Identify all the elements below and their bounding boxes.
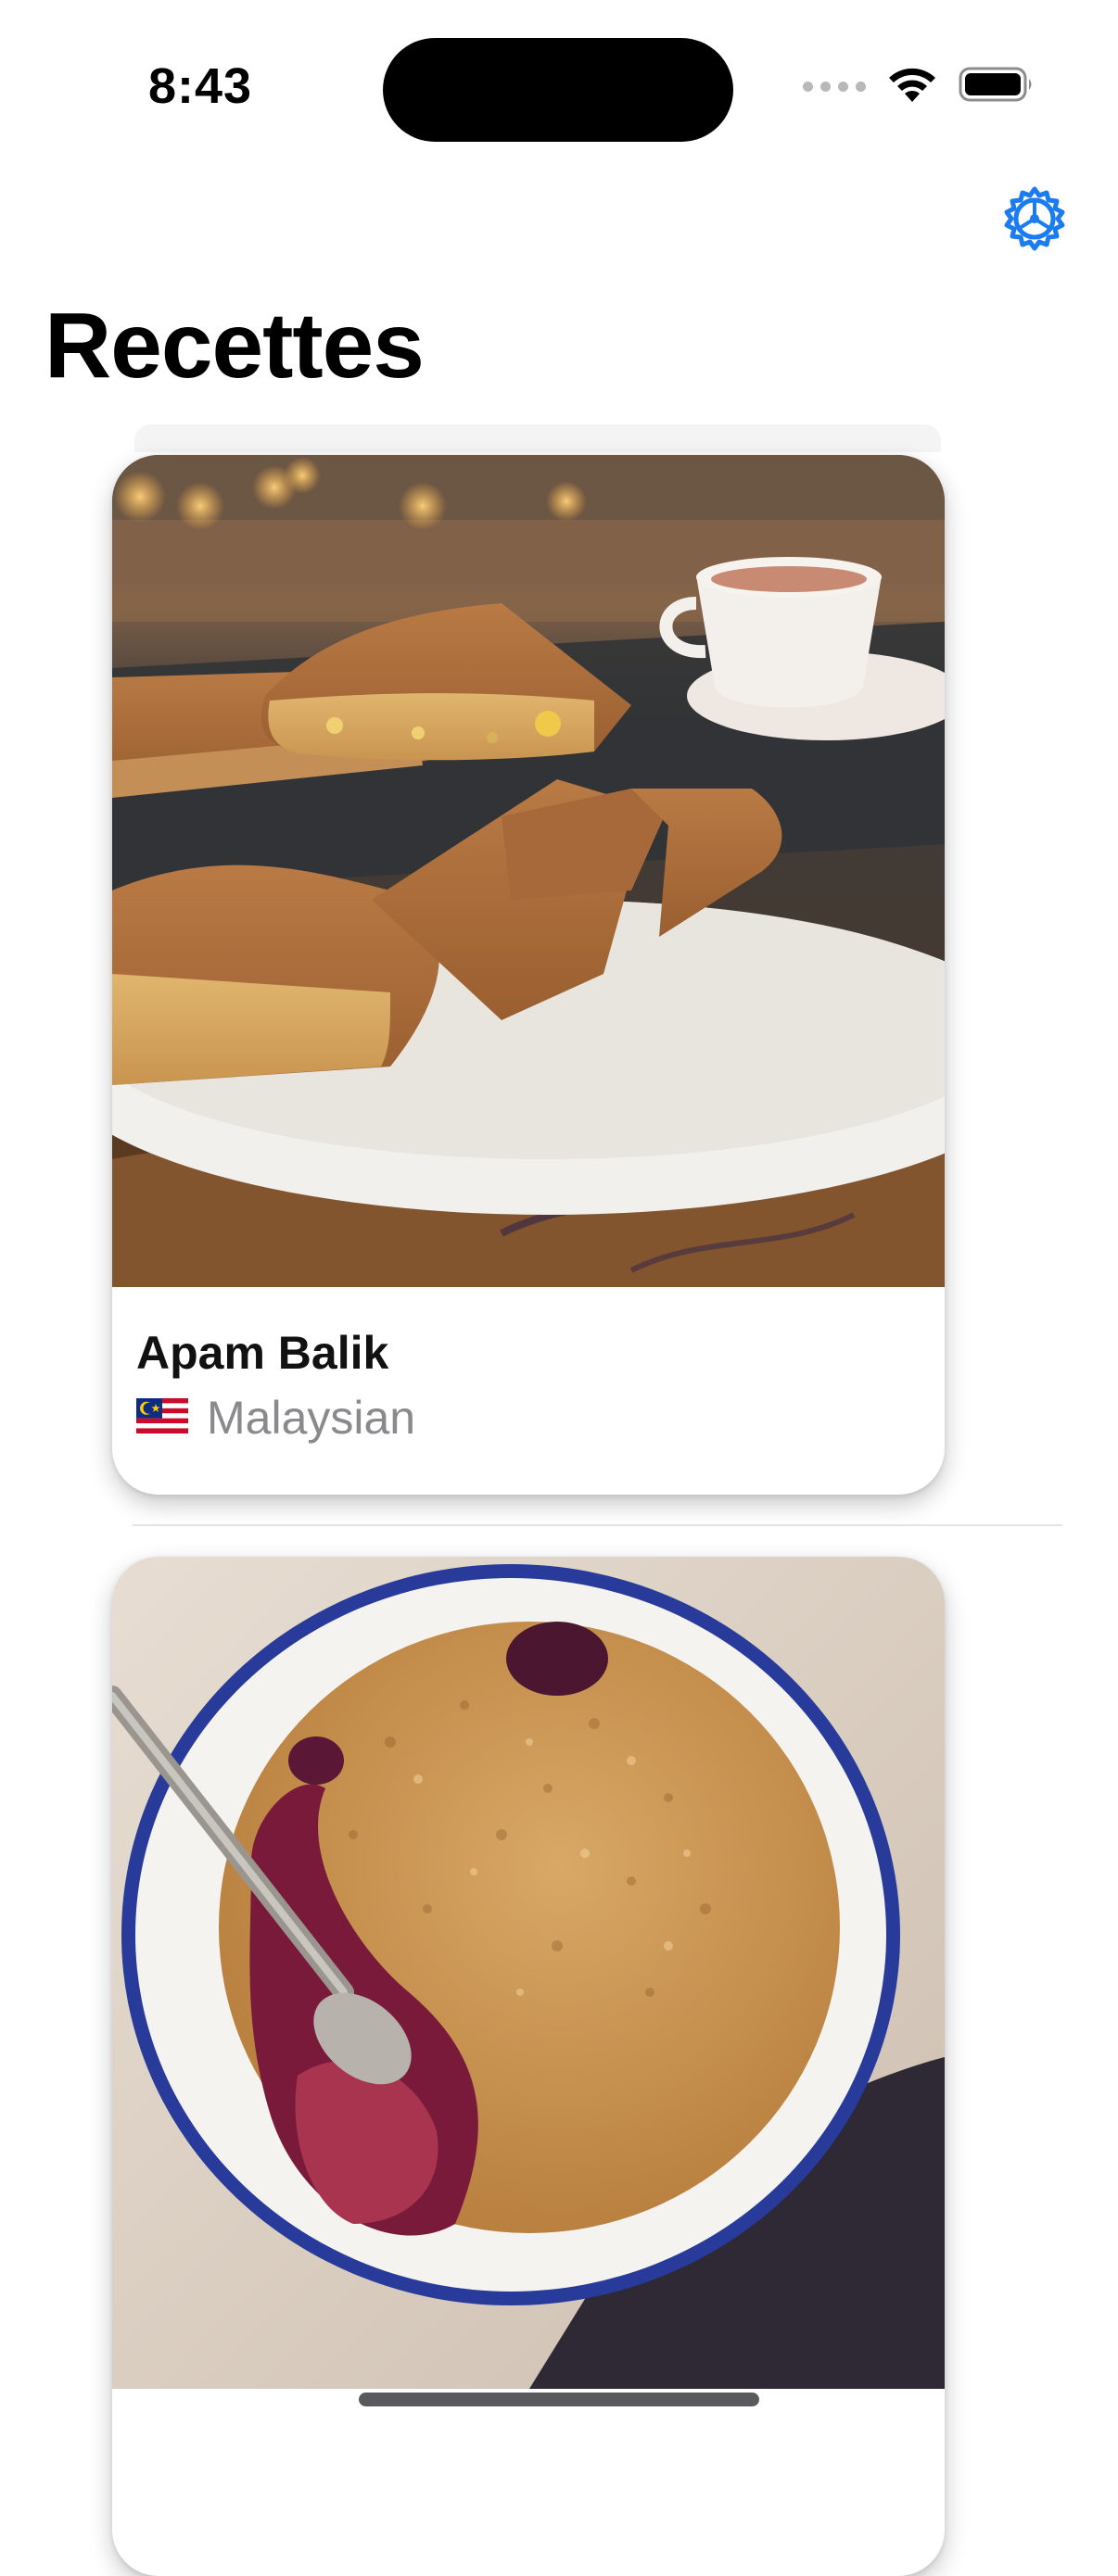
berry-crumble-photo [112, 1557, 945, 2389]
status-bar: 8:43 [0, 0, 1118, 176]
settings-button[interactable] [999, 185, 1070, 256]
recipe-card-body: Apam Balik Malaysian [112, 1287, 945, 1446]
malaysia-flag-icon [136, 1389, 188, 1446]
dynamic-island [383, 38, 733, 142]
battery-icon [959, 66, 1035, 107]
recipe-name: Apam Balik [136, 1327, 389, 1379]
status-indicators [803, 65, 1035, 108]
list-top-edge [134, 424, 941, 452]
apam-balik-photo [112, 455, 945, 1287]
gear-icon [1001, 185, 1068, 257]
wifi-icon [886, 65, 938, 108]
recipe-card[interactable]: Apam Balik Malaysian [112, 455, 945, 1495]
list-separator [133, 1524, 1062, 1526]
home-indicator[interactable] [359, 2393, 759, 2406]
status-time: 8:43 [148, 58, 253, 114]
recipe-cuisine-row: Malaysian [136, 1389, 921, 1446]
page-title: Recettes [44, 294, 425, 398]
recipe-card[interactable] [112, 1557, 945, 2576]
cellular-signal-icon [803, 82, 866, 92]
recipe-cuisine: Malaysian [207, 1392, 416, 1444]
